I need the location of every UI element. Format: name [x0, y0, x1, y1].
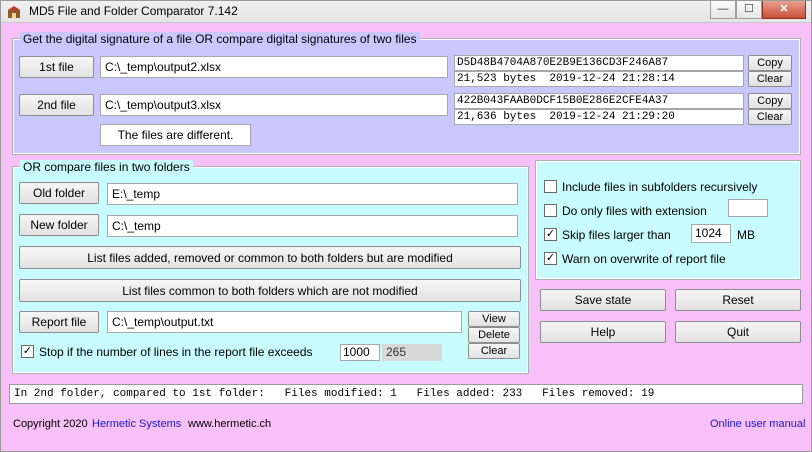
first-file-copy-button[interactable]: Copy [748, 55, 792, 71]
second-file-md5: 422B043FAAB0DCF15B0E286E2CFE4A37 [454, 93, 744, 109]
copyright-text: Copyright 2020 [13, 418, 88, 430]
quit-button[interactable]: Quit [675, 321, 801, 343]
save-state-button[interactable]: Save state [540, 289, 666, 311]
stop-lines-checkbox[interactable]: ✓ [21, 345, 34, 358]
skip-larger-unit: MB [737, 228, 755, 242]
folders-group-title: OR compare files in two folders [20, 160, 193, 174]
line-count-display: 265 [382, 344, 442, 361]
extension-input[interactable] [728, 199, 768, 217]
delete-report-button[interactable]: Delete [468, 327, 520, 343]
help-button[interactable]: Help [540, 321, 666, 343]
first-file-info: 21,523 bytes 2019-12-24 21:28:14 [454, 71, 744, 87]
skip-larger-input[interactable]: 1024 [691, 224, 731, 243]
first-file-path-field[interactable]: C:\_temp\output2.xlsx [100, 56, 448, 78]
company-link[interactable]: Hermetic Systems [92, 418, 181, 430]
view-report-button[interactable]: View [468, 311, 520, 327]
app-icon [8, 6, 20, 18]
window-title: MD5 File and Folder Comparator 7.142 [29, 4, 238, 18]
report-file-button[interactable]: Report file [19, 311, 99, 333]
minimize-button[interactable]: — [710, 1, 736, 19]
second-file-copy-button[interactable]: Copy [748, 93, 792, 109]
stop-lines-input[interactable]: 1000 [340, 344, 380, 361]
first-file-clear-button[interactable]: Clear [748, 71, 792, 87]
skip-larger-checkbox[interactable]: ✓ [544, 228, 557, 241]
close-button[interactable]: ✕ [762, 1, 806, 19]
list-unmodified-button[interactable]: List files common to both folders which … [19, 279, 521, 302]
clear-report-button[interactable]: Clear [468, 343, 520, 359]
reset-button[interactable]: Reset [675, 289, 801, 311]
list-modified-button[interactable]: List files added, removed or common to b… [19, 246, 521, 269]
subfolders-checkbox[interactable] [544, 180, 557, 193]
new-folder-path-field[interactable]: C:\_temp [107, 215, 518, 237]
comparison-result: The files are different. [100, 124, 251, 146]
app-window: MD5 File and Folder Comparator 7.142 — ☐… [0, 0, 812, 452]
subfolders-label: Include files in subfolders recursively [562, 180, 758, 194]
first-file-md5: D5D48B4704A870E2B9E136CD3F246A87 [454, 55, 744, 71]
second-file-path-field[interactable]: C:\_temp\output3.xlsx [100, 94, 448, 116]
warn-overwrite-label: Warn on overwrite of report file [562, 252, 726, 266]
second-file-info: 21,636 bytes 2019-12-24 21:29:20 [454, 109, 744, 125]
extension-label: Do only files with extension [562, 204, 707, 218]
maximize-button[interactable]: ☐ [736, 1, 762, 19]
old-folder-button[interactable]: Old folder [19, 182, 99, 204]
old-folder-path-field[interactable]: E:\_temp [107, 183, 518, 205]
first-file-button[interactable]: 1st file [19, 56, 94, 78]
warn-overwrite-checkbox[interactable]: ✓ [544, 252, 557, 265]
title-bar: MD5 File and Folder Comparator 7.142 — ☐… [1, 1, 811, 23]
files-group-title: Get the digital signature of a file OR c… [20, 32, 420, 46]
new-folder-button[interactable]: New folder [19, 214, 99, 236]
stop-lines-label: Stop if the number of lines in the repor… [39, 345, 313, 359]
website-text: www.hermetic.ch [188, 418, 272, 430]
second-file-clear-button[interactable]: Clear [748, 109, 792, 125]
second-file-button[interactable]: 2nd file [19, 94, 94, 116]
report-file-path-field[interactable]: C:\_temp\output.txt [107, 311, 462, 333]
user-manual-link[interactable]: Online user manual [710, 418, 805, 430]
status-output: In 2nd folder, compared to 1st folder: F… [9, 384, 803, 404]
extension-checkbox[interactable] [544, 204, 557, 217]
skip-larger-label: Skip files larger than [562, 228, 671, 242]
